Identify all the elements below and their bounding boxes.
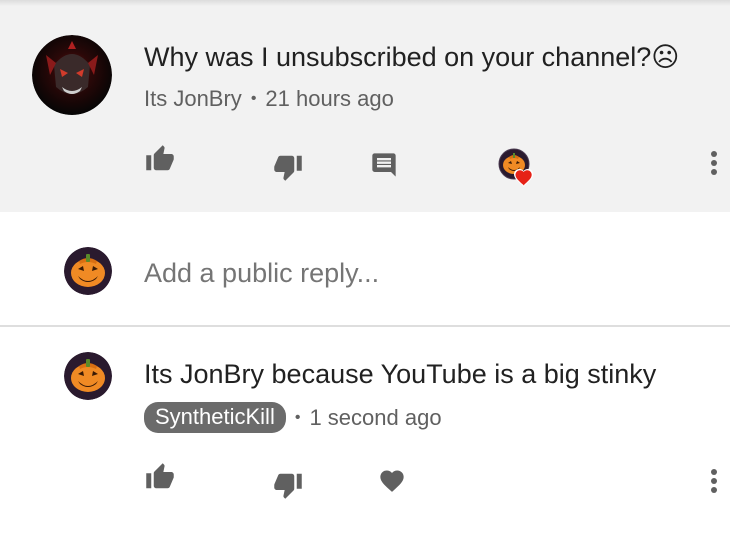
thumbs-down-icon[interactable] [272, 152, 304, 182]
meta-separator: • [250, 90, 257, 107]
comment-text: Why was I unsubscribed on your channel?☹ [144, 42, 680, 72]
top-shadow [0, 0, 730, 6]
comment-card: Why was I unsubscribed on your channel?☹… [0, 0, 730, 212]
creator-heart-icon [498, 148, 540, 190]
divider [0, 325, 730, 327]
heart-icon[interactable] [377, 467, 407, 495]
comment-meta: Its JonBry • 21 hours ago [144, 86, 394, 112]
meta-separator: • [294, 408, 301, 426]
reply-icon[interactable] [370, 150, 398, 180]
user-avatar [64, 247, 112, 295]
reply-time: 1 second ago [309, 404, 442, 430]
comment-author[interactable]: Its JonBry [144, 86, 242, 112]
thumbs-down-icon[interactable] [272, 470, 304, 500]
reply-author-avatar[interactable] [64, 352, 112, 400]
commenter-avatar[interactable] [32, 35, 112, 115]
thumbs-up-icon[interactable] [144, 462, 176, 492]
reply-meta: SyntheticKill • 1 second ago [144, 402, 442, 433]
reply-author-badge[interactable]: SyntheticKill [144, 402, 286, 433]
thumbs-up-icon[interactable] [144, 144, 176, 174]
reply-input[interactable] [144, 255, 704, 291]
comment-time: 21 hours ago [265, 86, 394, 111]
more-options-icon[interactable] [709, 468, 719, 494]
more-options-icon[interactable] [709, 150, 719, 176]
reply-text: Its JonBry because YouTube is a big stin… [144, 359, 657, 389]
